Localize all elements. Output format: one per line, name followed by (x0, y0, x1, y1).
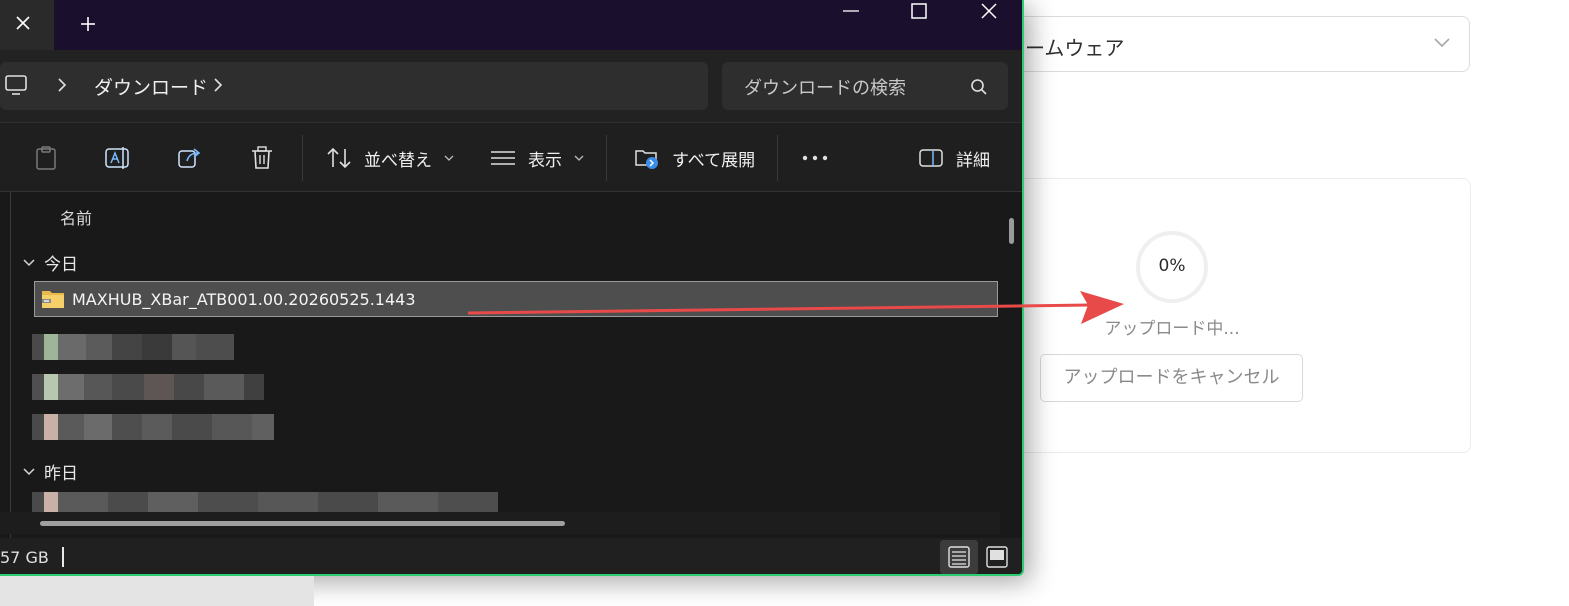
title-bar (0, 0, 1022, 50)
details-pane-icon (919, 149, 943, 167)
file-explorer-window: ダウンロード ダウンロードの検索 並べ替え 表示 すべて展開 詳細 名前 今日 … (0, 0, 1024, 576)
progress-percent: 0% (1158, 256, 1186, 276)
background-window-edge (0, 576, 314, 606)
chevron-right-icon[interactable] (56, 77, 68, 93)
extract-all-label: すべて展開 (672, 150, 756, 171)
details-pane-button[interactable]: 詳細 (918, 123, 990, 193)
group-header-yesterday[interactable]: 昨日 (22, 459, 78, 484)
toolbar-divider (777, 135, 778, 181)
file-row-selected[interactable]: MAXHUB_XBar_ATB001.00.20260525.1443 (34, 281, 998, 317)
chevron-down-icon (1434, 38, 1450, 48)
paste-button[interactable] (34, 123, 58, 193)
pane-divider (10, 192, 11, 538)
file-list: 名前 今日 MAXHUB_XBar_ATB001.00.20260525.144… (0, 192, 1022, 538)
firmware-select-value: ームウェア (1025, 36, 1125, 60)
search-icon[interactable] (970, 78, 988, 96)
tab-current[interactable] (0, 0, 54, 50)
command-bar: 並べ替え 表示 すべて展開 詳細 (0, 122, 1022, 192)
firmware-select[interactable]: ームウェア (990, 16, 1470, 72)
extract-folder-icon (635, 150, 658, 169)
sort-icon (327, 147, 351, 169)
details-label: 詳細 (956, 150, 990, 171)
share-icon (178, 148, 201, 168)
view-label: 表示 (528, 150, 562, 171)
sort-button[interactable]: 並べ替え (326, 123, 454, 193)
vertical-scrollbar[interactable] (1009, 218, 1014, 244)
address-bar-area: ダウンロード ダウンロードの検索 (0, 50, 1022, 122)
view-list-icon (491, 151, 515, 165)
chevron-down-icon (574, 155, 584, 161)
window-close-icon[interactable] (966, 0, 1012, 28)
toolbar-divider (302, 135, 303, 181)
chevron-down-icon (23, 258, 35, 266)
file-name: MAXHUB_XBar_ATB001.00.20260525.1443 (72, 290, 416, 309)
chevron-down-icon (444, 155, 454, 161)
group-label: 今日 (44, 255, 78, 275)
delete-button[interactable] (249, 123, 275, 193)
chevron-down-icon (23, 467, 35, 475)
search-placeholder: ダウンロードの検索 (744, 78, 906, 99)
address-folder-label[interactable]: ダウンロード (94, 73, 208, 100)
details-view-icon (948, 546, 970, 568)
group-header-today[interactable]: 今日 (22, 250, 78, 275)
trash-icon (252, 146, 272, 169)
maximize-icon[interactable] (896, 0, 942, 28)
status-bar: 57 GB (0, 538, 1022, 574)
new-tab-icon[interactable] (76, 12, 100, 36)
extract-all-button[interactable]: すべて展開 (634, 123, 755, 193)
large-icons-view-icon[interactable] (984, 544, 1010, 570)
more-options-button[interactable] (802, 123, 828, 193)
share-button[interactable] (176, 123, 204, 193)
group-label: 昨日 (44, 464, 78, 484)
sort-label: 並べ替え (364, 150, 432, 171)
upload-status: アップロード中... (1104, 319, 1240, 339)
blurred-file-row[interactable] (32, 414, 274, 440)
blurred-file-row[interactable] (32, 334, 234, 360)
zip-folder-icon (42, 291, 64, 308)
chevron-right-icon[interactable] (212, 77, 224, 93)
computer-icon[interactable] (4, 73, 28, 97)
details-view-button[interactable] (940, 540, 978, 574)
toolbar-divider (606, 135, 607, 181)
cancel-upload-button[interactable]: アップロードをキャンセル (1040, 354, 1303, 402)
close-icon[interactable] (12, 12, 34, 34)
horizontal-scrollbar[interactable] (40, 521, 565, 526)
blurred-file-row[interactable] (32, 374, 264, 400)
clipboard-icon (36, 146, 56, 170)
more-icon (802, 155, 828, 161)
view-button[interactable]: 表示 (490, 123, 584, 193)
text-cursor (62, 547, 64, 567)
rename-icon (105, 147, 129, 169)
rename-button[interactable] (104, 123, 132, 193)
minimize-icon[interactable] (828, 0, 874, 28)
status-size-text: 57 GB (0, 548, 49, 567)
column-header-name[interactable]: 名前 (60, 205, 92, 229)
